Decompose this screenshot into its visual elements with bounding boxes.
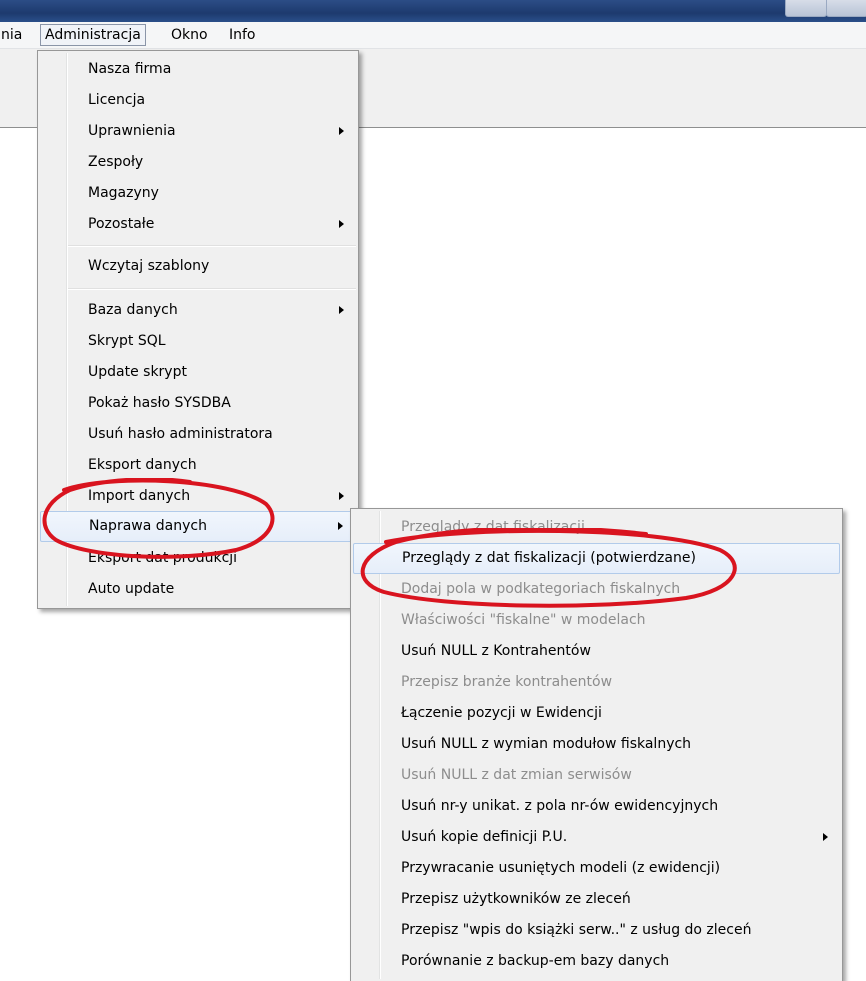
submenu-arrow-icon [338, 522, 343, 530]
submenu-arrow-icon [823, 833, 828, 841]
menu-item-usun-haslo-administratora[interactable]: Usuń hasło administratora [40, 419, 356, 450]
submenu-arrow-icon [339, 306, 344, 314]
menu-separator [68, 245, 356, 247]
submenu-item-laczenie-pozycji[interactable]: Łączenie pozycji w Ewidencji [353, 698, 840, 729]
menubar-item-administracja[interactable]: Administracja [40, 24, 146, 46]
submenu-item-usun-nr-unikat[interactable]: Usuń nr-y unikat. z pola nr-ów ewidencyj… [353, 791, 840, 822]
menu-item-licencja[interactable]: Licencja [40, 85, 356, 116]
window-control-button[interactable] [826, 0, 866, 17]
submenu-item-przepisz-uzytkownikow[interactable]: Przepisz użytkowników ze zleceń [353, 884, 840, 915]
menubar-item-partial[interactable]: nia [0, 25, 27, 45]
menubar-item-info[interactable]: Info [224, 25, 261, 45]
menu-item-nasza-firma[interactable]: Nasza firma [40, 54, 356, 85]
annotation-ellipse [42, 478, 275, 559]
submenu-arrow-icon [339, 492, 344, 500]
menu-item-auto-update[interactable]: Auto update [40, 574, 356, 605]
submenu-arrow-icon [339, 127, 344, 135]
window-control-button[interactable] [785, 0, 827, 17]
menu-item-magazyny[interactable]: Magazyny [40, 178, 356, 209]
submenu-item-usun-null-wymian[interactable]: Usuń NULL z wymian modułow fiskalnych [353, 729, 840, 760]
menubar-item-okno[interactable]: Okno [166, 25, 213, 45]
menu-item-update-skrypt[interactable]: Update skrypt [40, 357, 356, 388]
menu-item-skrypt-sql[interactable]: Skrypt SQL [40, 326, 356, 357]
menu-item-pozostale[interactable]: Pozostałe [40, 209, 356, 240]
menu-item-baza-danych[interactable]: Baza danych [40, 295, 356, 326]
submenu-item-usun-kopie-definicji[interactable]: Usuń kopie definicji P.U. [353, 822, 840, 853]
submenu-arrow-icon [339, 220, 344, 228]
submenu-item-usun-null-dat-zmian: Usuń NULL z dat zmian serwisów [401, 767, 632, 783]
submenu-item-porownanie-z-backupem[interactable]: Porównanie z backup-em bazy danych [353, 946, 840, 977]
annotation-ellipse [360, 528, 737, 608]
menu-item-zespoly[interactable]: Zespoły [40, 147, 356, 178]
menu-item-uprawnienia[interactable]: Uprawnienia [40, 116, 356, 147]
submenu-item-przepisz-wpis-do-ksiazki[interactable]: Przepisz "wpis do książki serw.." z usłu… [353, 915, 840, 946]
submenu-item-usun-null-kontrahentow[interactable]: Usuń NULL z Kontrahentów [353, 636, 840, 667]
submenu-item-przywracanie-modeli[interactable]: Przywracanie usuniętych modeli (z ewiden… [353, 853, 840, 884]
menu-separator [68, 288, 356, 290]
menu-item-wczytaj-szablony[interactable]: Wczytaj szablony [40, 251, 356, 282]
menu-item-pokaz-haslo-sysdba[interactable]: Pokaż hasło SYSDBA [40, 388, 356, 419]
submenu-item-przepisz-branze: Przepisz branże kontrahentów [401, 674, 613, 690]
menu-item-eksport-danych[interactable]: Eksport danych [40, 450, 356, 481]
window-titlebar [0, 0, 866, 22]
menu-bar: nia Administracja Okno Info [0, 22, 866, 49]
